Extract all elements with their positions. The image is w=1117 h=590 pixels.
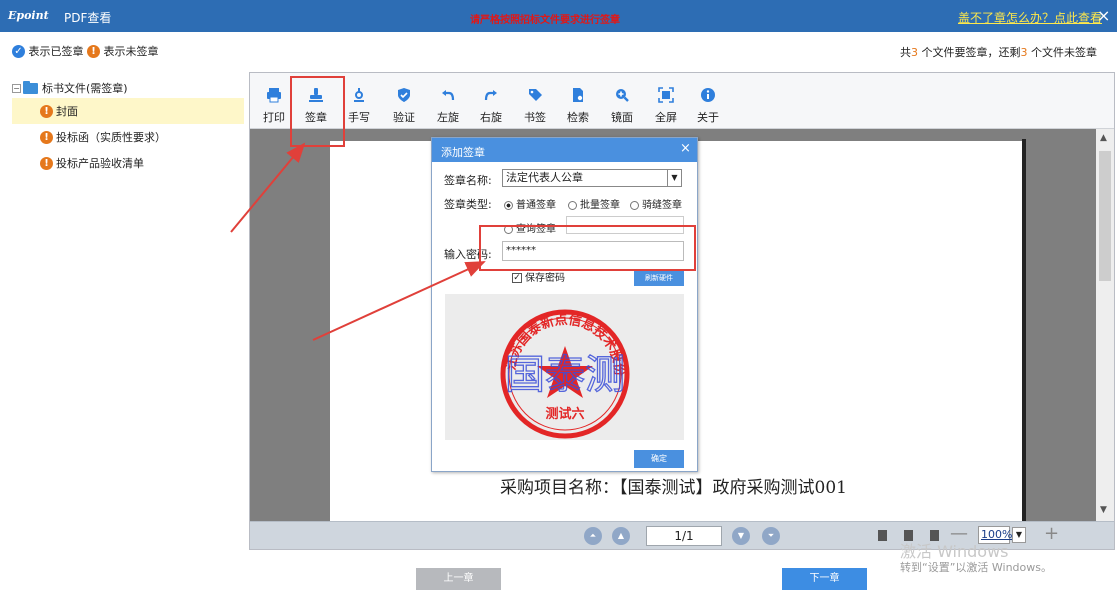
annotation-arrows: [230, 142, 486, 341]
next-seal-button[interactable]: 下一章: [782, 568, 867, 590]
arrow-to-stamp: [230, 142, 306, 233]
activation-watermark-text: 转到“设置”以激活 Windows。: [900, 561, 1052, 574]
prev-seal-button[interactable]: 上一章: [416, 568, 501, 590]
arrow-to-password: [312, 261, 486, 341]
